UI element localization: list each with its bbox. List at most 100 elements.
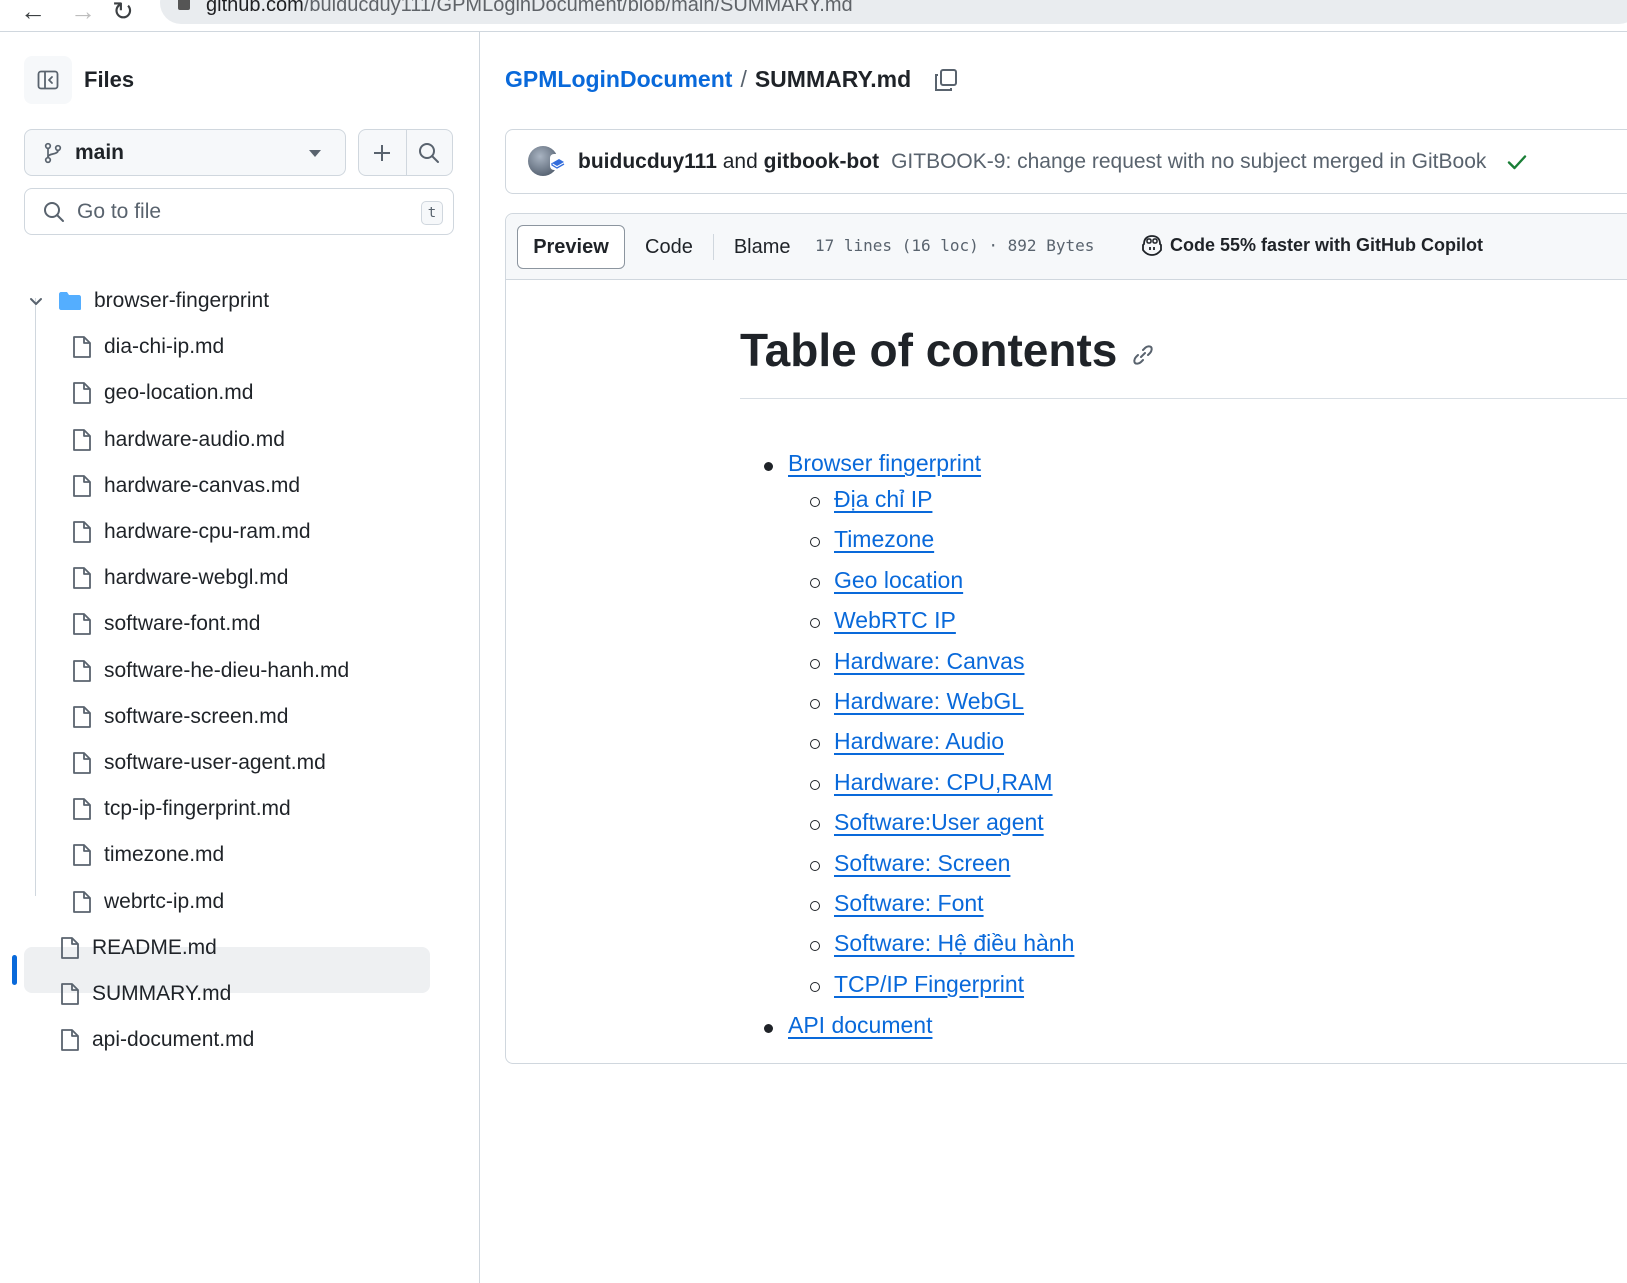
forward-arrow-icon[interactable]: →: [70, 0, 96, 27]
markdown-body: Table of contents Browser fingerprint Địa…: [740, 314, 1627, 1038]
tree-file-item[interactable]: hardware-canvas.md: [72, 463, 300, 509]
file-tree-label: hardware-cpu-ram.md: [104, 520, 311, 543]
file-icon: [72, 705, 92, 729]
avatar[interactable]: [550, 153, 566, 170]
collapse-sidebar-button[interactable]: [24, 56, 72, 104]
tree-folder-browser-fingerprint[interactable]: browser-fingerprint: [28, 278, 269, 324]
tab-code[interactable]: Code: [625, 225, 713, 269]
file-tree-label: webrtc-ip.md: [104, 889, 225, 913]
go-to-file-input[interactable]: Go to file t: [24, 188, 454, 235]
toc-link[interactable]: API document: [788, 1012, 932, 1038]
branch-selector[interactable]: main: [24, 129, 346, 176]
file-icon: [72, 381, 92, 405]
toc-link[interactable]: WebRTC IP: [834, 607, 956, 633]
copilot-promo-link[interactable]: Code 55% faster with GitHub Copilot: [1140, 234, 1483, 256]
tree-file-item[interactable]: api-document.md: [60, 1017, 254, 1063]
toc-link[interactable]: Geo location: [834, 567, 963, 593]
tree-file-item[interactable]: tcp-ip-fingerprint.md: [72, 786, 291, 832]
file-tree-label: hardware-webgl.md: [104, 566, 289, 590]
commit-message[interactable]: GITBOOK-9: change request with no subjec…: [891, 150, 1486, 174]
tree-file-item[interactable]: software-font.md: [72, 601, 260, 647]
tab-blame[interactable]: Blame: [714, 225, 811, 269]
site-info-icon[interactable]: [178, 0, 190, 10]
chevron-down-icon[interactable]: [28, 293, 44, 309]
file-tree-label: hardware-canvas.md: [104, 473, 301, 497]
heading-anchor-link[interactable]: [1131, 343, 1155, 367]
back-arrow-icon[interactable]: ←: [20, 0, 46, 27]
toc-link[interactable]: Software: Font: [834, 890, 984, 916]
file-tree-label: README.md: [92, 935, 217, 959]
list-circle-bullet: [810, 779, 820, 790]
toc-link[interactable]: Software:User agent: [834, 809, 1044, 835]
list-circle-bullet: [810, 901, 820, 911]
commit-author-link[interactable]: buiducduy111: [578, 150, 717, 173]
file-tree-label: software-font.md: [104, 612, 261, 636]
chevron-down-icon: [309, 150, 321, 157]
toc-subitem: Software: Font: [834, 890, 984, 917]
tree-indent-guide: [35, 298, 36, 896]
file-icon: [72, 428, 92, 452]
tree-file-item[interactable]: software-he-dieu-hanh.md: [72, 648, 349, 694]
tree-file-item[interactable]: timezone.md: [72, 832, 224, 878]
tab-preview[interactable]: Preview: [517, 225, 625, 269]
file-tree-label: software-user-agent.md: [104, 751, 326, 774]
list-circle-bullet: [810, 537, 820, 548]
go-to-file-placeholder: Go to file: [77, 199, 162, 223]
list-bullet: [764, 462, 773, 471]
toc-subitem: Hardware: Audio: [834, 728, 1004, 755]
copy-path-button[interactable]: [933, 67, 959, 93]
git-branch-icon: [44, 142, 62, 163]
tree-file-item[interactable]: geo-location.md: [72, 370, 253, 416]
tree-file-item[interactable]: webrtc-ip.md: [72, 879, 224, 925]
commit-avatars[interactable]: [528, 145, 568, 178]
toc-link[interactable]: TCP/IP Fingerprint: [834, 971, 1024, 997]
file-tree-label: timezone.md: [104, 843, 225, 867]
copilot-promo-text: Code 55% faster with GitHub Copilot: [1170, 234, 1484, 255]
tree-file-item[interactable]: SUMMARY.md: [60, 971, 231, 1017]
toc-item: Browser fingerprint: [788, 450, 981, 477]
breadcrumb: GPMLoginDocument / SUMMARY.md: [505, 66, 959, 93]
toc-subitem: Software: Hệ điều hành: [834, 930, 1074, 957]
toc-link[interactable]: Timezone: [834, 526, 934, 552]
copy-icon: [935, 68, 958, 91]
search-button[interactable]: [405, 130, 453, 175]
toc-link[interactable]: Hardware: WebGL: [834, 688, 1024, 714]
search-icon: [44, 201, 64, 222]
tree-file-item[interactable]: software-user-agent.md: [72, 740, 326, 786]
list-circle-bullet: [810, 941, 820, 952]
tree-file-item[interactable]: README.md: [60, 925, 217, 971]
selected-row-indicator: [12, 955, 17, 985]
keyboard-shortcut-hint: t: [421, 201, 443, 225]
file-tree-label: api-document.md: [92, 1028, 255, 1052]
file-tree-label: dia-chi-ip.md: [104, 335, 225, 359]
file-icon: [72, 474, 92, 498]
file-icon: [72, 751, 92, 775]
add-file-button[interactable]: [359, 130, 406, 175]
toc-link[interactable]: Hardware: Audio: [834, 728, 1004, 754]
toc-link[interactable]: Hardware: CPU,RAM: [834, 769, 1053, 795]
sidebar-header: Files: [24, 56, 134, 104]
address-bar[interactable]: github.com/buiducduy111/GPMLoginDocument…: [160, 0, 1627, 24]
commit-author-link[interactable]: gitbook-bot: [764, 150, 879, 173]
file-tree-label: geo-location.md: [104, 381, 254, 405]
tree-file-item[interactable]: dia-chi-ip.md: [72, 324, 224, 370]
reload-icon[interactable]: ↻: [112, 0, 134, 27]
tree-file-item[interactable]: hardware-audio.md: [72, 417, 285, 463]
file-actions: [358, 129, 453, 176]
file-tree-label: browser-fingerprint: [94, 289, 270, 312]
toc-link[interactable]: Hardware: Canvas: [834, 648, 1024, 674]
tree-file-item[interactable]: hardware-cpu-ram.md: [72, 509, 311, 555]
search-icon: [419, 142, 440, 163]
toc-link[interactable]: Địa chỉ IP: [834, 486, 932, 512]
commit-author-conj: and: [722, 149, 758, 173]
file-icon: [72, 566, 92, 590]
tree-file-item[interactable]: hardware-webgl.md: [72, 555, 288, 601]
toc-link[interactable]: Browser fingerprint: [788, 450, 981, 476]
tree-file-item[interactable]: software-screen.md: [72, 694, 288, 740]
commit-status[interactable]: [1506, 151, 1528, 173]
breadcrumb-repo-link[interactable]: GPMLoginDocument: [505, 66, 732, 93]
toc-link[interactable]: Software: Hệ điều hành: [834, 930, 1074, 956]
toc-link[interactable]: Software: Screen: [834, 850, 1010, 876]
list-circle-bullet: [810, 981, 820, 992]
heading-divider: [740, 398, 1627, 399]
